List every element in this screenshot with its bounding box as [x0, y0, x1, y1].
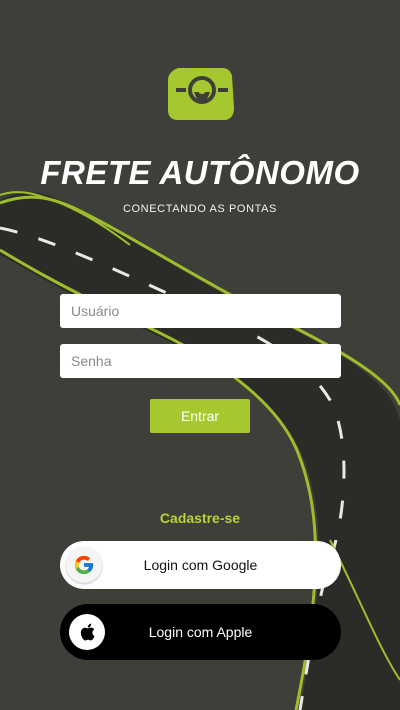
google-login-button[interactable]: Login com Google	[60, 541, 341, 589]
apple-login-label: Login com Apple	[148, 624, 253, 640]
apple-login-button[interactable]: Login com Apple	[60, 604, 341, 660]
google-login-label: Login com Google	[143, 557, 258, 573]
login-screen: FRETE AUTÔNOMO CONECTANDO AS PONTAS Entr…	[0, 0, 400, 710]
app-tagline: CONECTANDO AS PONTAS	[122, 203, 277, 215]
username-input[interactable]	[60, 294, 341, 328]
login-button[interactable]: Entrar	[150, 399, 250, 433]
signup-link[interactable]: Cadastre-se	[0, 510, 400, 526]
truck-pin-logo-icon	[168, 68, 234, 120]
app-title: FRETE AUTÔNOMO	[40, 154, 360, 191]
password-input[interactable]	[60, 344, 341, 378]
